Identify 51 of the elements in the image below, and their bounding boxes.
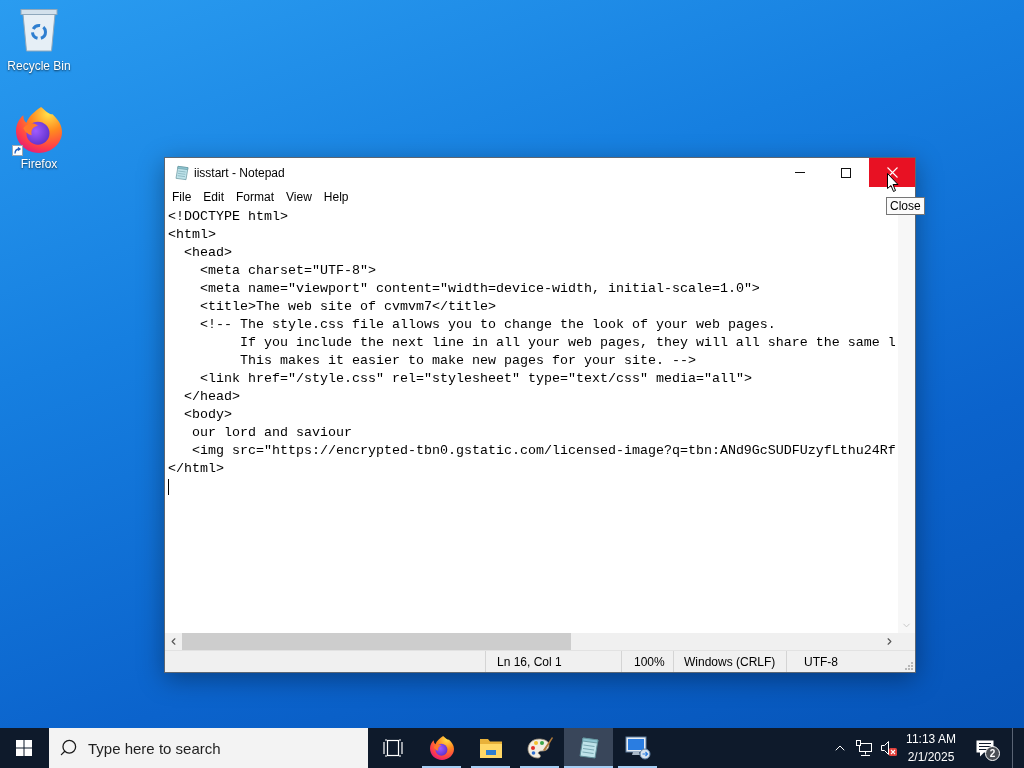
folder-icon xyxy=(478,737,503,759)
firefox-icon xyxy=(16,107,62,153)
network-icon xyxy=(856,740,872,756)
code-line: </html> xyxy=(168,461,224,476)
search-field[interactable]: Type here to search xyxy=(49,728,368,768)
tooltip: Close xyxy=(886,197,925,215)
taskbar-button[interactable] xyxy=(564,728,613,768)
code-line: <head> xyxy=(184,245,232,260)
code-line: <title>The web site of cvmvm7</title> xyxy=(200,299,496,314)
code-line: <!DOCTYPE html> xyxy=(168,209,288,224)
computer-icon xyxy=(624,736,651,760)
menu-item[interactable]: Edit xyxy=(197,188,231,207)
code-line: <body> xyxy=(184,407,232,422)
window-title: iisstart - Notepad xyxy=(194,164,285,182)
scroll-thumb[interactable] xyxy=(182,633,571,650)
menu-item[interactable]: Format xyxy=(230,188,281,207)
firefox-icon xyxy=(429,736,454,760)
mouse-pointer-icon xyxy=(887,173,899,192)
encoding: UTF-8 xyxy=(804,653,838,671)
resize-grip-icon xyxy=(905,662,913,670)
line-ending: Windows (CRLF) xyxy=(684,653,776,671)
task-view-icon xyxy=(382,739,403,757)
close-button[interactable] xyxy=(869,158,915,187)
palette-icon xyxy=(526,736,553,760)
notepad-icon xyxy=(174,164,190,181)
code-line: <meta name="viewport" content="width=device-width, initial-scale=1.0"> xyxy=(200,281,760,296)
code-line: <img src="https://encrypted-tbn0.gstatic.com/licensed-image?q=tbn:ANd9GcSUDFUzyfLthu24Rf xyxy=(192,443,896,458)
close-icon xyxy=(886,167,898,178)
recycle-bin-icon xyxy=(20,8,58,52)
windows-logo-icon xyxy=(16,740,32,756)
code-line: <link href="/style.css" rel="stylesheet" type="text/css" media="all"> xyxy=(200,371,752,386)
cursor-position: Ln 16, Col 1 xyxy=(497,653,562,671)
menu-item[interactable]: View xyxy=(280,188,318,207)
maximize-icon xyxy=(841,167,851,178)
notepad-icon xyxy=(576,736,601,760)
search-icon xyxy=(59,738,78,757)
menu-item[interactable]: File xyxy=(166,188,198,207)
clock-date: 2/1/2025 xyxy=(907,749,955,766)
notification-count: 2 xyxy=(985,746,1000,761)
code-line: <html> xyxy=(168,227,216,242)
code-line: <!-- The style.css file allows you to change the look of your web pages. xyxy=(200,317,776,332)
code-line: our lord and saviour xyxy=(192,425,352,440)
code-line: If you include the next line in all your web pages, they will all share the same l xyxy=(240,335,896,350)
code-line: </head> xyxy=(184,389,240,404)
clock-time: 11:13 AM xyxy=(906,731,956,748)
code-line: <meta charset="UTF-8"> xyxy=(200,263,376,278)
code-line: This makes it easier to make new pages for your site. --> xyxy=(240,353,696,368)
menu-item[interactable]: Help xyxy=(317,188,355,207)
text-editor[interactable] xyxy=(165,208,898,633)
zoom-level: 100% xyxy=(634,653,665,671)
minimize-icon xyxy=(795,172,805,173)
